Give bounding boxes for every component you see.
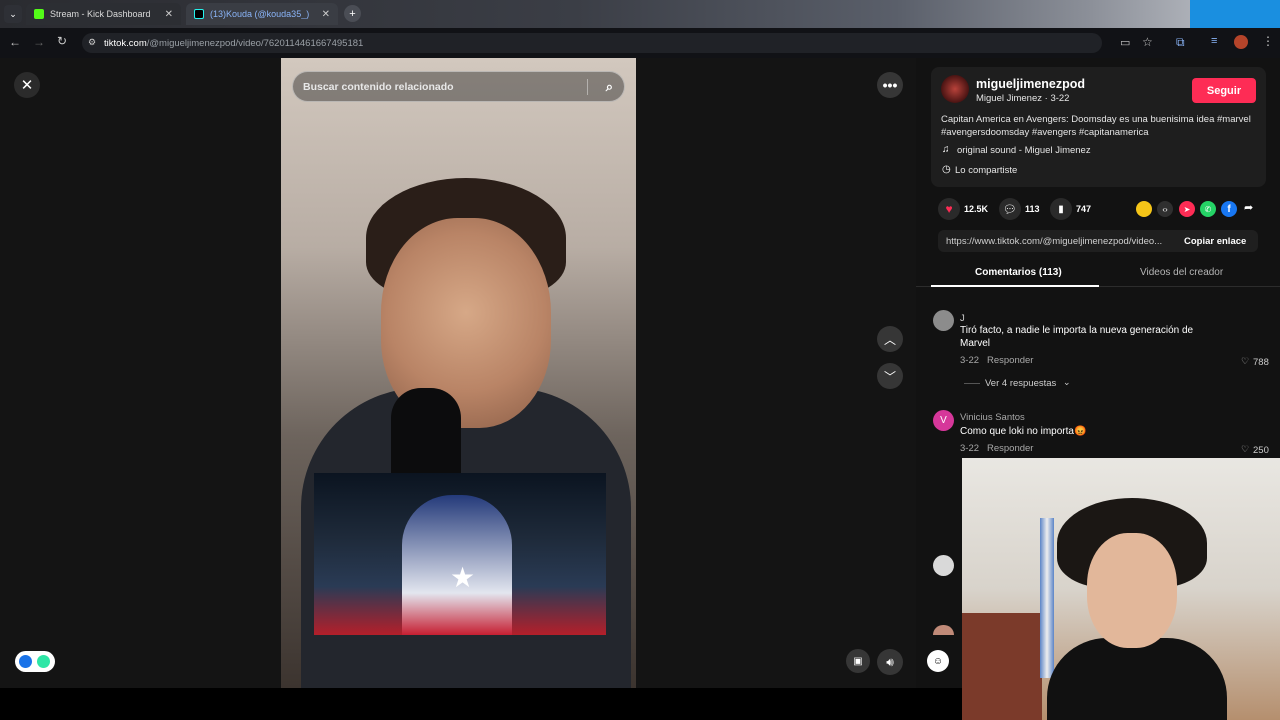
browser-tab-title: (13)Kouda (@kouda35_) | T	[210, 9, 310, 19]
forward-arrow-icon[interactable]: →	[33, 35, 45, 49]
share-arrow-icon[interactable]: ➦	[1244, 201, 1253, 214]
webcam-background-flag	[1040, 518, 1054, 678]
more-options-button[interactable]: •••	[877, 72, 903, 98]
like-button[interactable]: ♥	[938, 198, 960, 220]
comment-text: Como que loki no importa😡	[960, 426, 1087, 437]
search-icon[interactable]: ⌕	[606, 79, 613, 95]
like-count: 12.5K	[964, 204, 989, 214]
profile-avatar[interactable]	[1234, 35, 1248, 49]
next-video-button[interactable]: ﹀	[877, 363, 903, 389]
browser-tab-kick[interactable]: Stream - Kick Dashboard ✕	[26, 3, 181, 25]
chevron-down-icon: ⌄	[1063, 377, 1071, 387]
avatar-letter: V	[940, 415, 947, 426]
extensions-icon[interactable]: ⧉	[1176, 35, 1185, 50]
follow-button[interactable]: Seguir	[1192, 78, 1256, 103]
whatsapp-icon[interactable]: ✆	[1200, 201, 1216, 217]
address-bar[interactable]: ⚙ tiktok.com/@migueljimenezpod/video/762…	[82, 33, 1102, 53]
comment-avatar[interactable]	[933, 555, 954, 576]
bookmark-button[interactable]: ▮	[1050, 198, 1072, 220]
minimize-window-button[interactable]	[1190, 0, 1220, 28]
author-username[interactable]: migueljimenezpod	[976, 77, 1085, 91]
comment-date: 3-22	[960, 443, 980, 454]
comment-like-icon[interactable]: ♡	[1241, 356, 1249, 367]
tab-search-button[interactable]: ⌄	[4, 5, 22, 23]
cast-icon[interactable]: ▭	[1120, 36, 1130, 49]
author-avatar[interactable]	[941, 75, 969, 103]
comment-count: 113	[1025, 204, 1040, 214]
reply-button[interactable]: Responder	[987, 355, 1033, 366]
comment-avatar[interactable]: V	[933, 410, 954, 431]
shared-note: Lo compartiste	[955, 165, 1018, 176]
bookmark-star-icon[interactable]: ☆	[1142, 35, 1153, 49]
comment-like-icon[interactable]: ♡	[1241, 444, 1249, 455]
browser-tab-tiktok[interactable]: (13)Kouda (@kouda35_) | T ✕	[186, 3, 338, 25]
new-tab-button[interactable]: +	[344, 5, 361, 22]
reload-icon[interactable]: ↻	[57, 34, 67, 48]
comment-like-count: 250	[1253, 445, 1269, 456]
streamer-shirt	[1047, 638, 1227, 720]
webcam-overlay	[962, 458, 1280, 720]
webcam-background-furniture	[962, 613, 1042, 720]
comment-like-count: 788	[1253, 357, 1269, 368]
tab-comments[interactable]: Comentarios (113)	[975, 267, 1062, 278]
site-info-icon[interactable]: ⚙	[88, 37, 96, 48]
panel-tabs: Comentarios (113) Videos del creador	[916, 263, 1280, 287]
creator-avatar-floating[interactable]: ☺	[927, 650, 949, 672]
save-count: 747	[1076, 204, 1092, 214]
stream-overlay-logo-icon	[19, 655, 32, 668]
post-caption: Capitan America en Avengers: Doomsday es…	[941, 114, 1251, 138]
close-video-button[interactable]: ✕	[14, 72, 40, 98]
url-path: /@migueljimenezpod/video/762011446166749…	[146, 37, 364, 49]
author-meta: Miguel Jimenez · 3-22	[976, 93, 1070, 104]
maximize-window-button[interactable]	[1220, 0, 1250, 28]
star-icon: ★	[450, 562, 476, 593]
replies-divider	[964, 383, 980, 384]
reply-button[interactable]: Responder	[987, 443, 1033, 454]
url-host: tiktok.com	[104, 37, 147, 49]
search-placeholder: Buscar contenido relacionado	[303, 80, 454, 93]
send-icon[interactable]: ➤	[1179, 201, 1195, 217]
view-replies-button[interactable]: Ver 4 respuestas	[985, 378, 1056, 389]
browser-tab-strip: ⌄ Stream - Kick Dashboard ✕ (13)Kouda (@…	[0, 0, 1280, 28]
active-tab-indicator	[931, 285, 1099, 287]
share-link-url[interactable]: https://www.tiktok.com/@migueljimenezpod…	[946, 236, 1162, 247]
sound-name[interactable]: original sound - Miguel Jimenez	[957, 145, 1091, 156]
related-search-input[interactable]: Buscar contenido relacionado ⌕	[292, 71, 625, 102]
comment-date: 3-22	[960, 355, 980, 366]
search-divider	[587, 79, 588, 95]
pip-icon[interactable]: ▣	[846, 649, 870, 673]
browser-menu-icon[interactable]: ⋮	[1262, 34, 1274, 48]
close-tab-icon[interactable]: ✕	[322, 9, 330, 20]
repost-icon[interactable]	[1136, 201, 1152, 217]
streamer-face	[1087, 533, 1177, 648]
comment-text: Tiró facto, a nadie le importa la nueva …	[960, 325, 1194, 349]
webcam-streamer	[1047, 498, 1227, 720]
back-arrow-icon[interactable]: ←	[9, 35, 21, 49]
embed-icon[interactable]: ‹›	[1157, 201, 1173, 217]
stream-overlay-status-icon	[37, 655, 50, 668]
kick-favicon-icon	[34, 9, 44, 19]
music-note-icon: ♫	[942, 144, 950, 155]
tiktok-favicon-icon	[194, 9, 204, 19]
comment-author[interactable]: J	[960, 313, 965, 324]
clock-icon: ◷	[942, 164, 951, 175]
comment-avatar[interactable]	[933, 310, 954, 331]
video-inset-image: ★	[314, 473, 606, 635]
facebook-icon[interactable]: f	[1221, 201, 1237, 217]
close-tab-icon[interactable]: ✕	[165, 9, 173, 20]
tab-creator-videos[interactable]: Videos del creador	[1140, 267, 1223, 278]
previous-video-button[interactable]: ︿	[877, 326, 903, 352]
media-controls-icon[interactable]: ≡	[1211, 35, 1217, 47]
browser-tab-title: Stream - Kick Dashboard	[50, 9, 151, 19]
comment-button[interactable]: 💬︎	[999, 198, 1021, 220]
volume-icon[interactable]: 🔊︎	[877, 649, 903, 675]
close-window-button[interactable]	[1250, 0, 1280, 28]
copy-link-button[interactable]: Copiar enlace	[1184, 236, 1246, 247]
bottom-bar	[0, 688, 962, 720]
comment-author[interactable]: Vinicius Santos	[960, 412, 1025, 423]
